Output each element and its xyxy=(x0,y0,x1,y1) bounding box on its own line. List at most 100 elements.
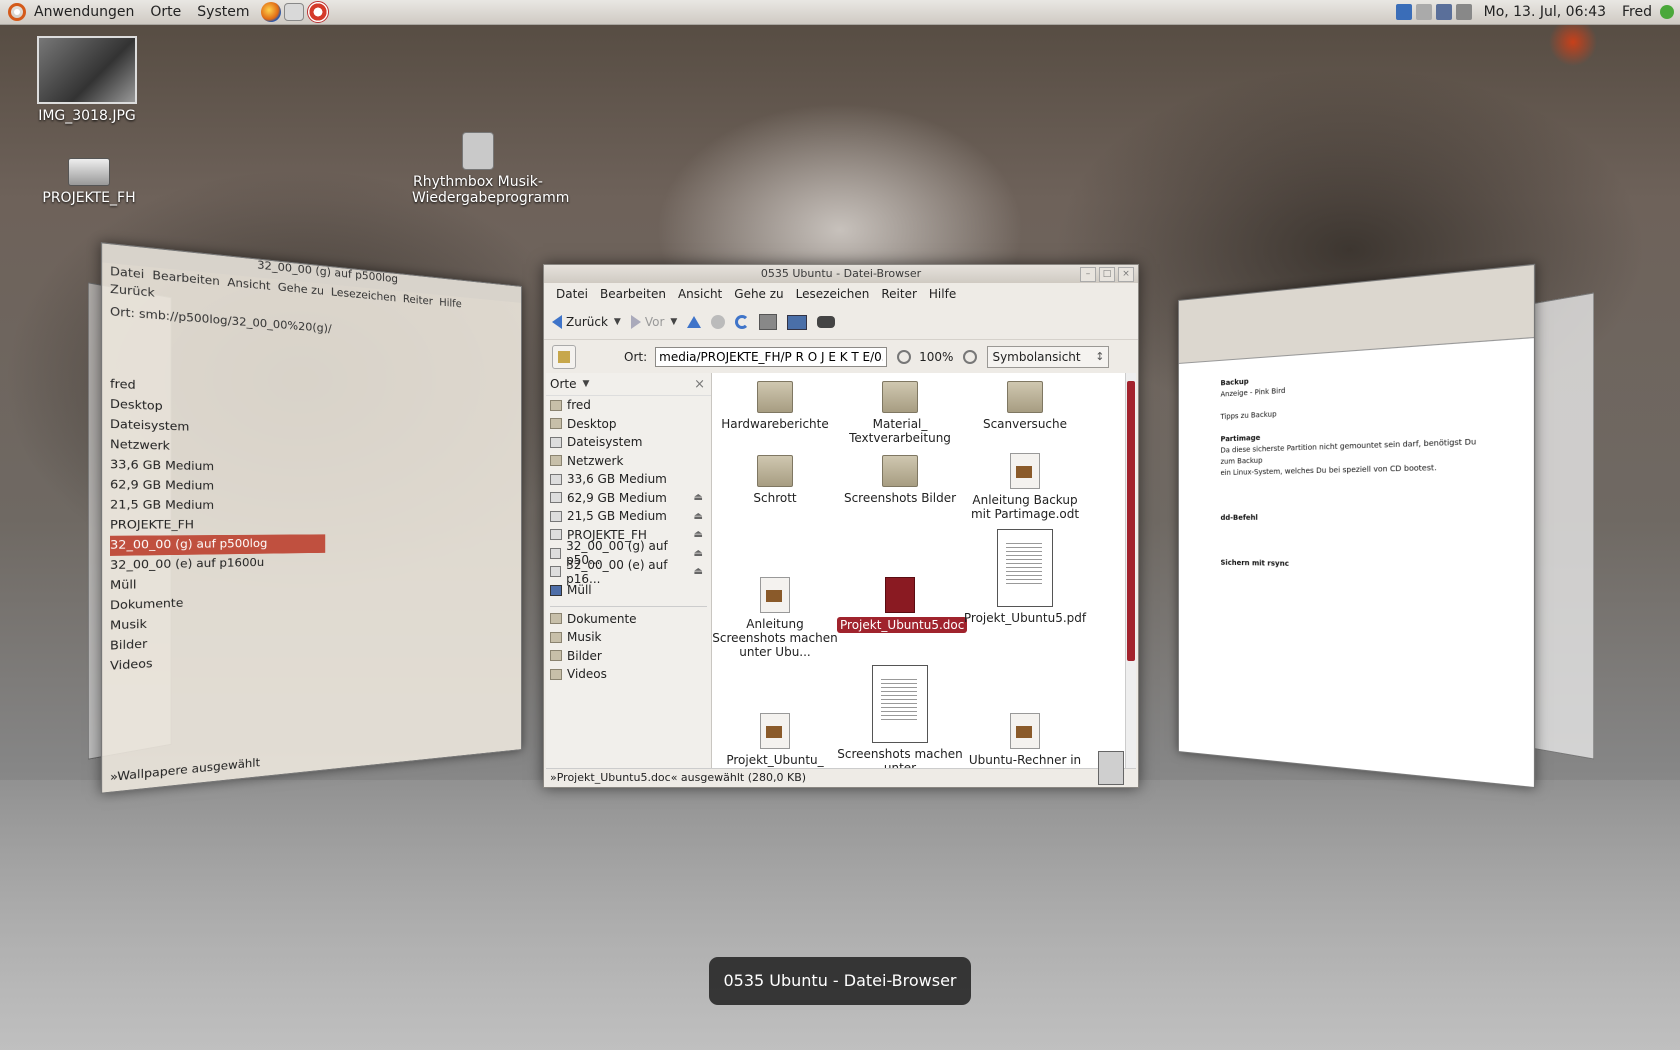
stop-button[interactable] xyxy=(711,315,726,329)
sidebar-item-videos[interactable]: Videos xyxy=(546,665,711,684)
home-button[interactable] xyxy=(759,314,778,330)
pdf-thumbnail-icon xyxy=(872,665,928,743)
up-arrow-icon xyxy=(687,316,702,328)
panel-user[interactable]: Fred xyxy=(1614,4,1660,20)
document-page: Backup Anzeige - Pink Bird Tipps zu Back… xyxy=(1221,361,1478,573)
panel-clock[interactable]: Mo, 13. Jul, 06:43 xyxy=(1476,4,1614,20)
forward-button[interactable]: Vor ▼ xyxy=(630,315,677,329)
monitor-icon[interactable] xyxy=(1435,4,1452,20)
file-item[interactable]: Anleitung Screenshots machen unter Ubu..… xyxy=(712,577,838,659)
desktop-icon-label: Rhythmbox Musik-Wiedergabeprogramm xyxy=(412,174,570,206)
vertical-scrollbar[interactable] xyxy=(1125,373,1136,769)
folder-icon xyxy=(882,381,918,413)
edit-icon xyxy=(558,351,570,363)
background-window-writer[interactable]: Backup Anzeige - Pink Bird Tipps zu Back… xyxy=(1178,263,1536,789)
help-launcher-icon[interactable] xyxy=(306,1,329,23)
file-label: Projekt_Ubuntu5.pdf xyxy=(963,611,1087,625)
folder-icon xyxy=(550,613,562,625)
sidebar-item-share-e[interactable]: 32_00_00 (e) auf p16... ⏏ xyxy=(546,558,711,586)
background-window-file-browser-left[interactable]: 32_00_00 (g) auf p500log Datei Bearbeite… xyxy=(100,242,522,794)
chevron-down-icon: ▼ xyxy=(582,379,590,389)
ubuntu-logo-icon[interactable] xyxy=(8,3,26,21)
file-item[interactable]: Hardwareberichte xyxy=(712,381,838,431)
file-item[interactable]: Material_ Textverarbeitung xyxy=(837,381,963,445)
search-button[interactable] xyxy=(817,316,836,328)
menu-view[interactable]: Ansicht xyxy=(672,287,728,301)
folder-icon xyxy=(882,455,918,487)
reload-button[interactable] xyxy=(735,315,750,329)
desktop-icon-rhythmbox[interactable]: Rhythmbox Musik-Wiedergabeprogramm xyxy=(412,132,570,206)
sidebar-item-62gb[interactable]: 62,9 GB Medium ⏏ xyxy=(546,489,711,508)
menu-tabs[interactable]: Reiter xyxy=(875,287,923,301)
file-item[interactable]: Anleitung Backup mit Partimage.odt xyxy=(962,453,1088,521)
fast-user-switch-icon[interactable] xyxy=(1660,5,1674,19)
toggle-location-button[interactable] xyxy=(552,345,576,369)
desktop-icon-drive[interactable]: PROJEKTE_FH xyxy=(34,152,144,206)
menu-go[interactable]: Gehe zu xyxy=(728,287,789,301)
sidebar-item-music[interactable]: Musik xyxy=(546,628,711,647)
zoom-in-icon[interactable] xyxy=(963,350,978,364)
menu-bookmarks[interactable]: Lesezeichen xyxy=(790,287,876,301)
sidebar-header[interactable]: Orte ▼ × xyxy=(546,373,711,396)
system-tray: Mo, 13. Jul, 06:43 Fred xyxy=(1395,0,1680,24)
eject-icon[interactable]: ⏏ xyxy=(694,566,703,577)
file-browser-window[interactable]: 0535 Ubuntu - Datei-Browser – □ × Datei … xyxy=(543,264,1139,788)
menu-help[interactable]: Hilfe xyxy=(923,287,962,301)
minimize-icon[interactable]: – xyxy=(1080,267,1096,282)
chevron-down-icon[interactable]: ▼ xyxy=(614,317,621,327)
toolbar: Zurück ▼ Vor ▼ xyxy=(544,305,1138,340)
zoom-level[interactable]: 100% xyxy=(919,350,953,364)
eject-icon[interactable]: ⏏ xyxy=(694,529,703,540)
spreadsheet-icon xyxy=(760,713,790,749)
menu-file[interactable]: Datei xyxy=(550,287,594,301)
network-manager-icon[interactable] xyxy=(1395,4,1412,20)
sidebar-item-label: Netzwerk xyxy=(567,453,624,468)
sidebar-item-label: 33,6 GB Medium xyxy=(567,472,667,487)
file-item[interactable]: Ubuntu-Rechner in Domäne xyxy=(962,713,1088,769)
close-sidebar-icon[interactable]: × xyxy=(694,377,705,392)
sidebar-item-33gb[interactable]: 33,6 GB Medium xyxy=(546,470,711,489)
desktop-icon-image[interactable]: IMG_3018.JPG xyxy=(32,36,142,124)
eject-icon[interactable]: ⏏ xyxy=(694,492,703,503)
clipboard-icon[interactable] xyxy=(1415,4,1432,20)
window-titlebar[interactable]: 0535 Ubuntu - Datei-Browser – □ × xyxy=(544,265,1138,283)
sidebar-item-pictures[interactable]: Bilder xyxy=(546,647,711,666)
menu-system[interactable]: System xyxy=(189,4,257,20)
mail-launcher-icon[interactable] xyxy=(283,3,304,21)
file-item[interactable]: Projekt_Ubuntu5.pdf xyxy=(962,529,1088,625)
sidebar-item-21gb[interactable]: 21,5 GB Medium ⏏ xyxy=(546,507,711,526)
menu-places[interactable]: Orte xyxy=(142,4,189,20)
location-input[interactable] xyxy=(655,347,888,367)
file-item[interactable]: Screenshots Bilder xyxy=(837,455,963,505)
firefox-launcher-icon[interactable] xyxy=(260,2,281,22)
file-item[interactable]: Schrott xyxy=(712,455,838,505)
menu-applications[interactable]: Anwendungen xyxy=(26,4,142,20)
file-item[interactable]: Screenshots machen unter xyxy=(837,665,963,769)
computer-button[interactable] xyxy=(787,314,808,330)
file-view[interactable]: Hardwareberichte Material_ Textverarbeit… xyxy=(712,373,1136,769)
eject-icon[interactable]: ⏏ xyxy=(694,511,703,522)
volume-icon[interactable] xyxy=(1455,4,1472,20)
file-item-selected[interactable]: Projekt_Ubuntu5.doc xyxy=(837,577,968,633)
chevron-down-icon[interactable]: ▼ xyxy=(670,317,677,327)
drive-icon xyxy=(550,510,562,522)
zoom-out-icon[interactable] xyxy=(897,350,912,364)
back-button[interactable]: Zurück ▼ xyxy=(552,315,621,329)
sidebar-item-fred[interactable]: fred xyxy=(546,396,711,415)
file-label: Ubuntu-Rechner in Domäne xyxy=(968,753,1082,769)
close-icon[interactable]: × xyxy=(1118,267,1134,282)
file-item[interactable]: Scanversuche xyxy=(962,381,1088,431)
sidebar-item-filesystem[interactable]: Dateisystem xyxy=(546,433,711,452)
word-document-icon xyxy=(885,577,915,613)
eject-icon[interactable]: ⏏ xyxy=(694,548,703,559)
up-button[interactable] xyxy=(687,316,702,328)
sidebar-item-network[interactable]: Netzwerk xyxy=(546,452,711,471)
view-select[interactable]: Symbolansicht xyxy=(987,346,1110,368)
sidebar-item-documents[interactable]: Dokumente xyxy=(546,610,711,629)
scrollbar-thumb[interactable] xyxy=(1127,381,1135,661)
menu-edit[interactable]: Bearbeiten xyxy=(594,287,672,301)
sidebar-item-desktop[interactable]: Desktop xyxy=(546,415,711,434)
maximize-icon[interactable]: □ xyxy=(1099,267,1115,282)
computer-icon xyxy=(787,314,808,330)
file-item[interactable]: Projekt_Ubuntu_ Anwendungen.xls xyxy=(712,713,838,769)
